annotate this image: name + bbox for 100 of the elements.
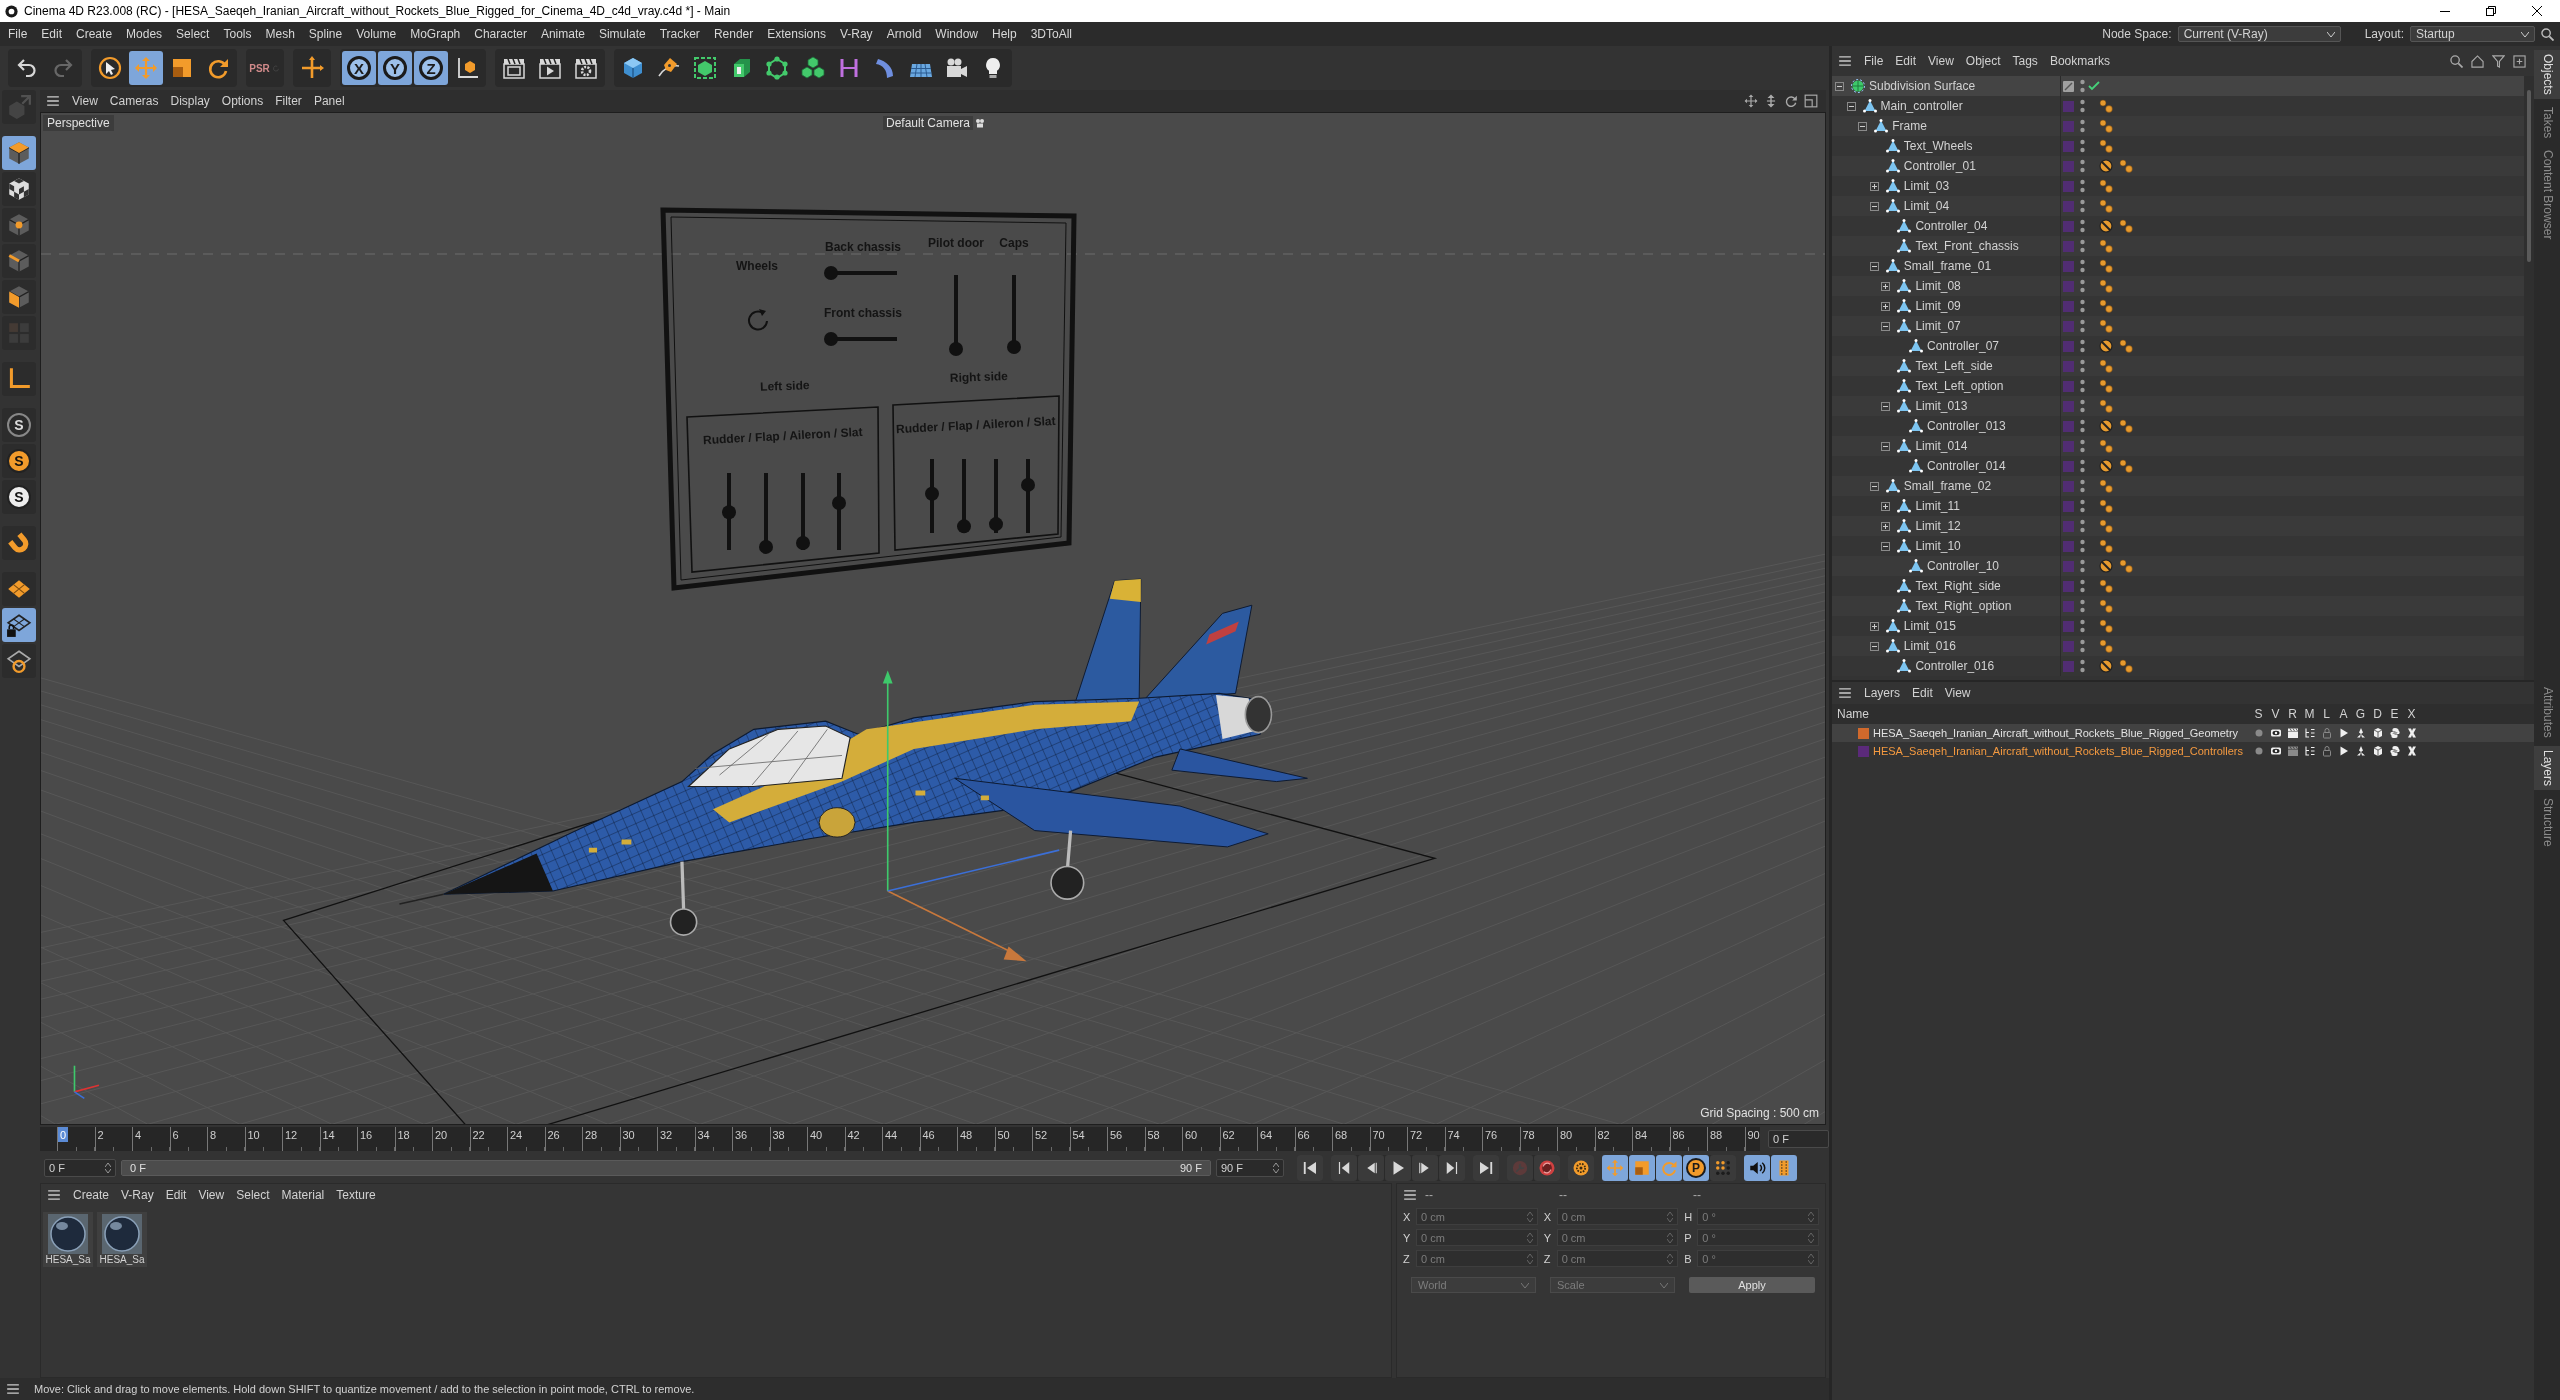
prev-key-button[interactable] (1331, 1154, 1357, 1181)
tree-item[interactable]: Limit_08 (1832, 276, 2524, 296)
solo-single-button[interactable]: S (2, 444, 36, 478)
swatch-icon[interactable] (2063, 460, 2074, 472)
swatch-icon[interactable] (2063, 120, 2074, 132)
solo-hierarchy-button[interactable]: S (2, 480, 36, 514)
tree-item[interactable]: Text_Right_option (1832, 596, 2524, 616)
minus-box-icon[interactable] (1881, 401, 1891, 411)
linked-dots-icon[interactable] (2099, 499, 2113, 513)
end-frame-field[interactable]: 90 F (1216, 1158, 1284, 1177)
side-tab[interactable]: Takes (2534, 102, 2560, 143)
tree-item[interactable]: Text_Front_chassis (1832, 236, 2524, 256)
swatch-icon[interactable] (2063, 580, 2074, 592)
swatch-icon[interactable] (2063, 600, 2074, 612)
axis-mode-button[interactable] (2, 362, 36, 396)
scrollbar-thumb[interactable] (2527, 90, 2531, 262)
start-frame-field[interactable]: 0 F (44, 1158, 116, 1177)
clapboard-icon[interactable] (2286, 727, 2299, 739)
ball-preview-tile[interactable]: HESA_Sa (97, 1212, 147, 1267)
play-icon[interactable] (2337, 727, 2350, 739)
menu-item[interactable]: Animate (533, 27, 592, 41)
menu-item[interactable]: Layers (1858, 686, 1907, 700)
no-entry-icon[interactable] (2099, 419, 2113, 433)
axis-button[interactable]: Y (378, 51, 412, 85)
play-icon[interactable] (2337, 745, 2350, 757)
search-icon[interactable] (2450, 54, 2463, 68)
column-header[interactable]: R (2284, 707, 2301, 721)
current-frame-field[interactable]: 0 F (1768, 1129, 1829, 1148)
swatch-icon[interactable] (2063, 420, 2074, 432)
menu-item[interactable]: Spline (301, 27, 350, 41)
swatch-icon[interactable] (2063, 500, 2074, 512)
column-header[interactable]: L (2318, 707, 2335, 721)
linked-dots-icon[interactable] (2119, 559, 2133, 573)
swatch-icon[interactable] (2063, 280, 2074, 292)
slash-box-icon[interactable] (2063, 80, 2074, 92)
vertical-arrows-icon[interactable] (1764, 94, 1778, 108)
menu-item[interactable]: View (1922, 54, 1960, 68)
visibility-dots-icon[interactable] (2080, 399, 2085, 413)
key-pla-button[interactable] (1710, 1154, 1736, 1181)
grid-snap-button[interactable] (2, 644, 36, 678)
layer-row[interactable]: HESA_Saeqeh_Iranian_Aircraft_without_Rockets_Blue_Rigged_Geometry (1832, 724, 2534, 742)
plus-box-icon[interactable] (1881, 301, 1891, 311)
menu-item[interactable]: Cameras (103, 94, 165, 108)
first-button[interactable] (1297, 1154, 1323, 1181)
prev-frame-button[interactable] (1358, 1154, 1384, 1181)
tree-item[interactable]: Limit_013 (1832, 396, 2524, 416)
linked-dots-icon[interactable] (2119, 459, 2133, 473)
side-tab[interactable]: Structure (2534, 793, 2560, 851)
visibility-dots-icon[interactable] (2080, 599, 2085, 613)
column-header[interactable]: E (2386, 707, 2403, 721)
visibility-dots-icon[interactable] (2080, 79, 2085, 93)
tree-item[interactable]: Small_frame_02 (1832, 476, 2524, 496)
menu-item[interactable]: View (66, 94, 104, 108)
menu-item[interactable]: Tags (2006, 54, 2044, 68)
visibility-dots-icon[interactable] (2080, 539, 2085, 553)
house-icon[interactable] (2471, 54, 2484, 68)
swatch-icon[interactable] (2063, 160, 2074, 172)
polygon-button[interactable] (2, 280, 36, 314)
linked-dots-icon[interactable] (2099, 279, 2113, 293)
menu-item[interactable]: Bookmarks (2043, 54, 2116, 68)
linked-dots-icon[interactable] (2099, 259, 2113, 273)
no-entry-icon[interactable] (2099, 219, 2113, 233)
visibility-dots-icon[interactable] (2080, 299, 2085, 313)
menu-item[interactable]: Texture (330, 1188, 382, 1202)
swatch-icon[interactable] (2063, 400, 2074, 412)
swatch-icon[interactable] (2063, 140, 2074, 152)
menu-item[interactable]: Material (275, 1188, 331, 1202)
tree-item[interactable]: Subdivision Surface (1832, 76, 2524, 96)
menu-item[interactable]: Edit (159, 1188, 193, 1202)
visibility-dots-icon[interactable] (2080, 439, 2085, 453)
point-button[interactable] (2, 208, 36, 242)
node-space-dropdown[interactable]: Current (V-Ray) (2177, 26, 2341, 42)
circular-arrows-icon[interactable] (1784, 94, 1798, 108)
linked-dots-icon[interactable] (2119, 159, 2133, 173)
tree-item[interactable]: Limit_07 (1832, 316, 2524, 336)
linked-dots-icon[interactable] (2119, 339, 2133, 353)
menu-item[interactable]: MoGraph (403, 27, 468, 41)
menu-icon[interactable] (47, 1189, 61, 1201)
check-icon[interactable] (2088, 81, 2100, 91)
swatch-icon[interactable] (2063, 340, 2074, 352)
autokey-button[interactable] (1534, 1154, 1560, 1181)
visibility-dots-icon[interactable] (2080, 179, 2085, 193)
column-header[interactable]: V (2267, 707, 2284, 721)
minus-box-icon[interactable] (1846, 101, 1856, 111)
cross-arrows-icon[interactable] (1744, 94, 1758, 108)
menu-item[interactable]: Select (169, 27, 217, 41)
column-header[interactable]: S (2250, 707, 2267, 721)
column-header[interactable]: G (2352, 707, 2369, 721)
menu-item[interactable]: Mesh (258, 27, 302, 41)
swatch-icon[interactable] (2063, 540, 2074, 552)
edge-button[interactable] (2, 244, 36, 278)
menu-item[interactable]: Filter (269, 94, 308, 108)
search-icon[interactable] (2541, 27, 2554, 41)
minus-box-icon[interactable] (1858, 121, 1868, 131)
linked-dots-icon[interactable] (2099, 379, 2113, 393)
tree-item[interactable]: Controller_10 (1832, 556, 2524, 576)
model-button[interactable] (2, 136, 36, 170)
hierarchy-icon[interactable] (2303, 745, 2316, 757)
menu-item[interactable]: Arnold (879, 27, 929, 41)
menu-item[interactable]: Create (67, 1188, 116, 1202)
